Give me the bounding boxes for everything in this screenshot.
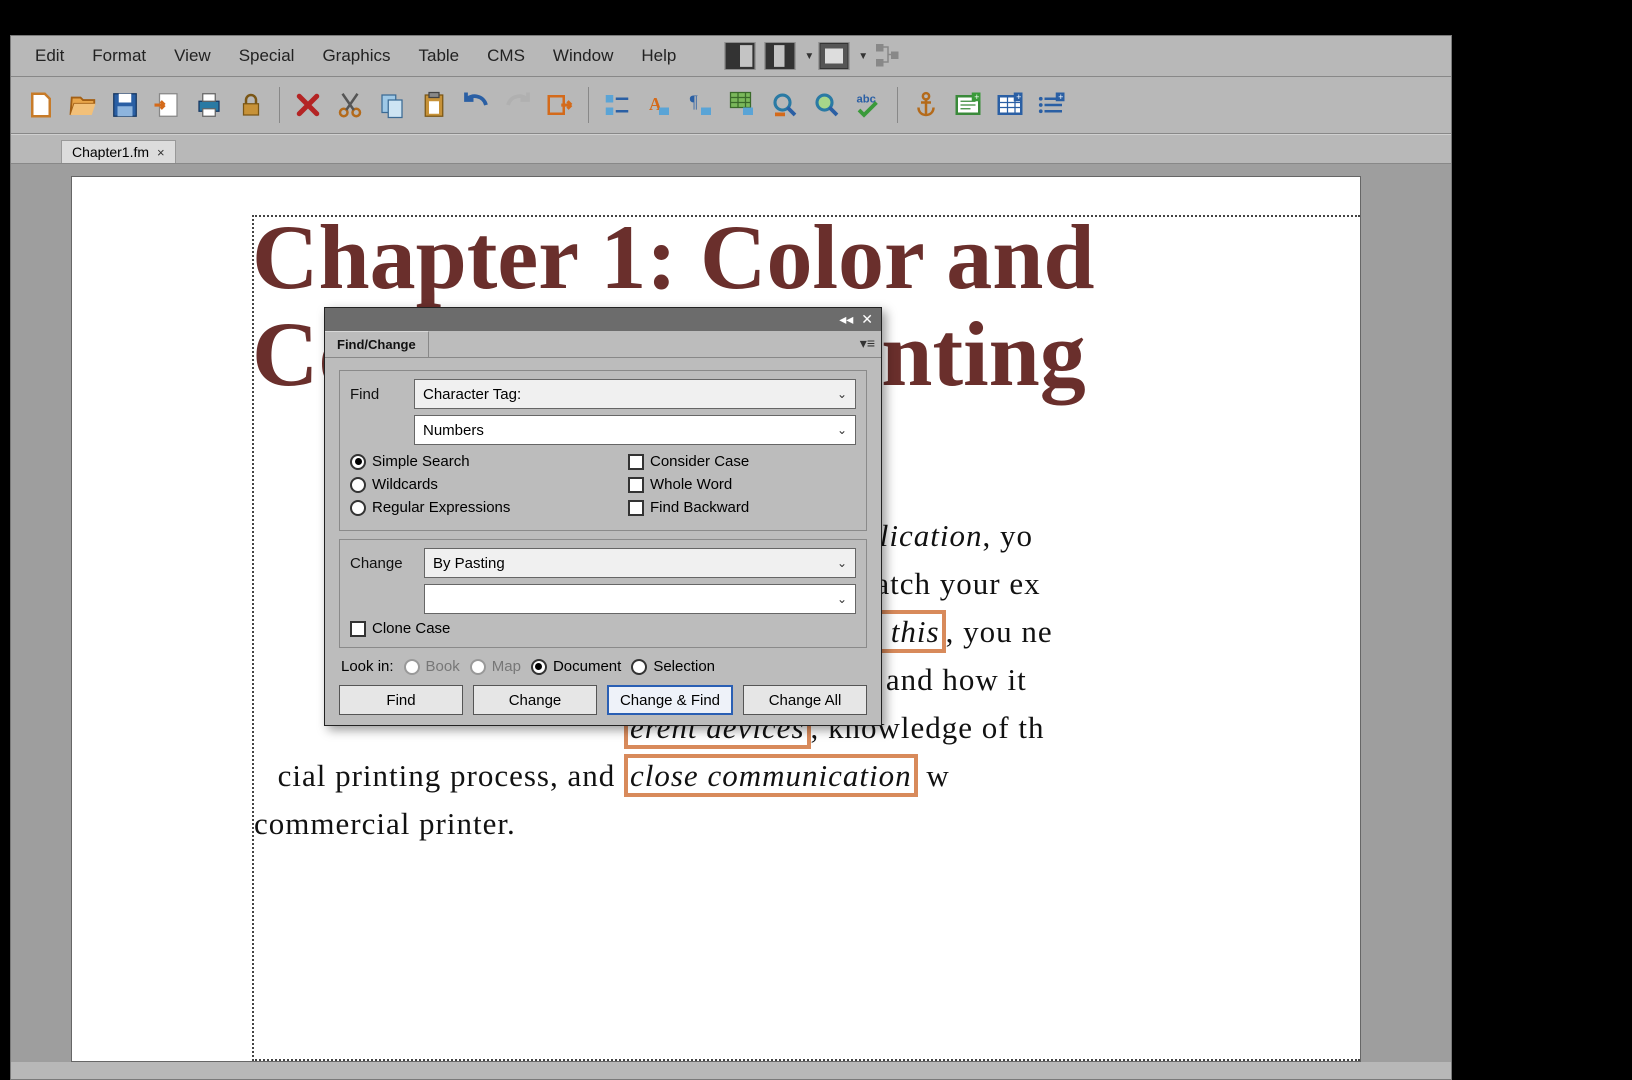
document-viewport: Chapter 1: Color and Commercial Printing… [11, 164, 1451, 1062]
open-icon[interactable] [63, 85, 103, 125]
table-catalog-icon[interactable] [723, 85, 763, 125]
svg-text:+: + [974, 92, 979, 102]
app-window: Edit Format View Special Graphics Table … [10, 35, 1452, 1080]
cut-icon[interactable] [330, 85, 370, 125]
insert-text-icon[interactable]: + [948, 85, 988, 125]
svg-text:+: + [1016, 92, 1021, 102]
find-icon[interactable] [765, 85, 805, 125]
menu-special[interactable]: Special [225, 42, 309, 70]
lock-icon[interactable] [231, 85, 271, 125]
menu-bar: Edit Format View Special Graphics Table … [11, 36, 1451, 77]
save-icon[interactable] [105, 85, 145, 125]
anchor-icon[interactable] [906, 85, 946, 125]
simple-search-radio[interactable]: Simple Search [350, 453, 578, 470]
delete-icon[interactable] [288, 85, 328, 125]
tab-label: Chapter1.fm [72, 144, 149, 160]
hierarchy-icon[interactable] [872, 42, 904, 70]
lookin-selection-radio[interactable]: Selection [631, 658, 715, 675]
change-all-button[interactable]: Change All [743, 685, 867, 715]
screen-mode-icon[interactable] [818, 42, 850, 70]
undo-icon[interactable] [456, 85, 496, 125]
highlighted-phrase: close communication [624, 754, 918, 797]
close-icon[interactable]: ✕ [861, 311, 873, 328]
menu-help[interactable]: Help [627, 42, 690, 70]
panel-menu-icon[interactable]: ▾≡ [860, 331, 875, 357]
change-and-find-button[interactable]: Change & Find [607, 685, 733, 715]
document-tab[interactable]: Chapter1.fm × [61, 140, 176, 163]
menu-format[interactable]: Format [78, 42, 160, 70]
look-in-label: Look in: [341, 658, 394, 675]
export-icon[interactable] [540, 85, 580, 125]
panel-columns-icon[interactable] [764, 42, 796, 70]
tab-strip: Chapter1.fm × [11, 134, 1451, 164]
change-value-combo[interactable]: ⌄ [424, 584, 856, 614]
import-icon[interactable] [147, 85, 187, 125]
spell-icon[interactable]: abc [849, 85, 889, 125]
svg-text:¶: ¶ [690, 92, 698, 112]
menu-graphics[interactable]: Graphics [308, 42, 404, 70]
lookin-document-radio[interactable]: Document [531, 658, 621, 675]
whole-word-check[interactable]: Whole Word [628, 476, 856, 493]
regex-radio[interactable]: Regular Expressions [350, 499, 578, 516]
copy-icon[interactable] [372, 85, 412, 125]
find-backward-check[interactable]: Find Backward [628, 499, 856, 516]
paste-icon[interactable] [414, 85, 454, 125]
insert-table-icon[interactable]: + [990, 85, 1030, 125]
char-catalog-icon[interactable]: A [639, 85, 679, 125]
menu-edit[interactable]: Edit [21, 42, 78, 70]
svg-text:+: + [1058, 92, 1063, 102]
find-value-combo[interactable]: Numbers⌄ [414, 415, 856, 445]
change-label: Change [350, 555, 416, 572]
dialog-tab-findchange[interactable]: Find/Change [325, 331, 429, 357]
menu-cms[interactable]: CMS [473, 42, 539, 70]
close-tab-icon[interactable]: × [157, 145, 165, 160]
consider-case-check[interactable]: Consider Case [628, 453, 856, 470]
text-frame: Chapter 1: Color and Commercial Printing… [252, 215, 1360, 1061]
lookin-map-radio: Map [470, 658, 521, 675]
redo-icon[interactable] [498, 85, 538, 125]
insert-list-icon[interactable]: + [1032, 85, 1072, 125]
find-type-combo[interactable]: Character Tag:⌄ [414, 379, 856, 409]
menu-view[interactable]: View [160, 42, 225, 70]
clone-case-check[interactable]: Clone Case [350, 620, 856, 637]
new-icon[interactable] [21, 85, 61, 125]
find-change-dialog: ◂◂ ✕ Find/Change ▾≡ Find C [324, 307, 882, 726]
change-type-combo[interactable]: By Pasting⌄ [424, 548, 856, 578]
print-icon[interactable] [189, 85, 229, 125]
find-button[interactable]: Find [339, 685, 463, 715]
toolbar: A ¶ abc + + + [11, 77, 1451, 134]
find-label: Find [350, 386, 406, 403]
menu-table[interactable]: Table [404, 42, 473, 70]
change-button[interactable]: Change [473, 685, 597, 715]
panel-layout-icon[interactable] [724, 42, 756, 70]
align-icon[interactable] [597, 85, 637, 125]
menu-window[interactable]: Window [539, 42, 627, 70]
lookin-book-radio: Book [404, 658, 460, 675]
document-page: Chapter 1: Color and Commercial Printing… [71, 176, 1361, 1062]
dialog-titlebar[interactable]: ◂◂ ✕ [325, 308, 881, 331]
collapse-icon[interactable]: ◂◂ [839, 311, 853, 328]
para-catalog-icon[interactable]: ¶ [681, 85, 721, 125]
zoom-icon[interactable] [807, 85, 847, 125]
wildcards-radio[interactable]: Wildcards [350, 476, 578, 493]
